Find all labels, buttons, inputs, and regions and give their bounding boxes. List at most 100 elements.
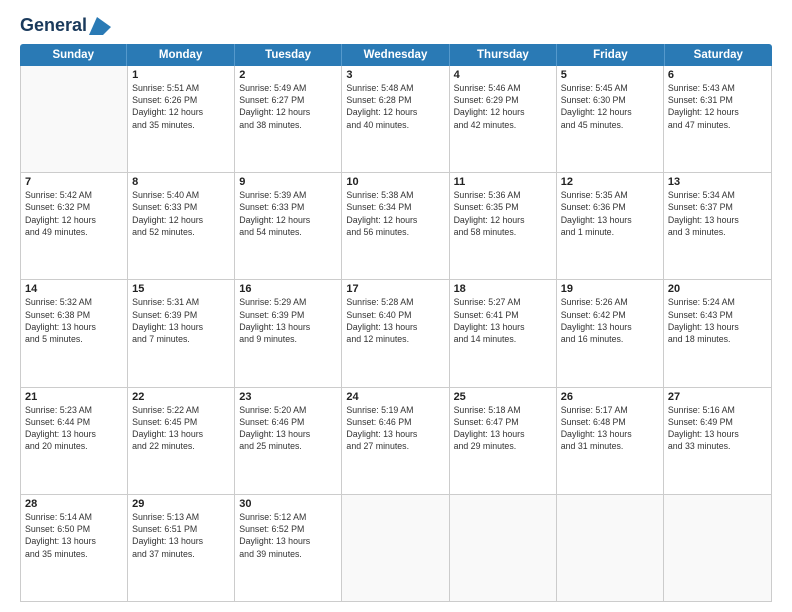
day-info: Sunrise: 5:24 AM Sunset: 6:43 PM Dayligh… [668,296,767,345]
cal-cell: 17Sunrise: 5:28 AM Sunset: 6:40 PM Dayli… [342,280,449,386]
week-row-3: 14Sunrise: 5:32 AM Sunset: 6:38 PM Dayli… [21,280,771,387]
day-info: Sunrise: 5:39 AM Sunset: 6:33 PM Dayligh… [239,189,337,238]
page: General SundayMondayTuesdayWednesdayThur… [0,0,792,612]
day-number: 29 [132,498,230,510]
cal-cell: 6Sunrise: 5:43 AM Sunset: 6:31 PM Daylig… [664,66,771,172]
header-day-tuesday: Tuesday [235,44,342,66]
cal-cell: 5Sunrise: 5:45 AM Sunset: 6:30 PM Daylig… [557,66,664,172]
day-number: 15 [132,283,230,295]
day-number: 3 [346,69,444,81]
day-number: 4 [454,69,552,81]
day-info: Sunrise: 5:27 AM Sunset: 6:41 PM Dayligh… [454,296,552,345]
day-info: Sunrise: 5:46 AM Sunset: 6:29 PM Dayligh… [454,82,552,131]
day-number: 10 [346,176,444,188]
cal-cell: 23Sunrise: 5:20 AM Sunset: 6:46 PM Dayli… [235,388,342,494]
cal-cell: 24Sunrise: 5:19 AM Sunset: 6:46 PM Dayli… [342,388,449,494]
day-number: 13 [668,176,767,188]
day-info: Sunrise: 5:23 AM Sunset: 6:44 PM Dayligh… [25,404,123,453]
header: General [20,16,772,34]
cal-cell: 26Sunrise: 5:17 AM Sunset: 6:48 PM Dayli… [557,388,664,494]
calendar: SundayMondayTuesdayWednesdayThursdayFrid… [20,44,772,602]
day-number: 9 [239,176,337,188]
calendar-header: SundayMondayTuesdayWednesdayThursdayFrid… [20,44,772,66]
day-info: Sunrise: 5:13 AM Sunset: 6:51 PM Dayligh… [132,511,230,560]
cal-cell [342,495,449,601]
day-number: 24 [346,391,444,403]
calendar-body: 1Sunrise: 5:51 AM Sunset: 6:26 PM Daylig… [20,66,772,602]
cal-cell: 15Sunrise: 5:31 AM Sunset: 6:39 PM Dayli… [128,280,235,386]
day-info: Sunrise: 5:28 AM Sunset: 6:40 PM Dayligh… [346,296,444,345]
day-number: 18 [454,283,552,295]
week-row-5: 28Sunrise: 5:14 AM Sunset: 6:50 PM Dayli… [21,495,771,601]
day-number: 8 [132,176,230,188]
day-info: Sunrise: 5:51 AM Sunset: 6:26 PM Dayligh… [132,82,230,131]
week-row-1: 1Sunrise: 5:51 AM Sunset: 6:26 PM Daylig… [21,66,771,173]
cal-cell: 7Sunrise: 5:42 AM Sunset: 6:32 PM Daylig… [21,173,128,279]
day-info: Sunrise: 5:35 AM Sunset: 6:36 PM Dayligh… [561,189,659,238]
day-info: Sunrise: 5:32 AM Sunset: 6:38 PM Dayligh… [25,296,123,345]
cal-cell [21,66,128,172]
day-info: Sunrise: 5:34 AM Sunset: 6:37 PM Dayligh… [668,189,767,238]
logo-icon [89,17,111,35]
day-info: Sunrise: 5:42 AM Sunset: 6:32 PM Dayligh… [25,189,123,238]
day-info: Sunrise: 5:16 AM Sunset: 6:49 PM Dayligh… [668,404,767,453]
cal-cell: 12Sunrise: 5:35 AM Sunset: 6:36 PM Dayli… [557,173,664,279]
header-day-wednesday: Wednesday [342,44,449,66]
week-row-4: 21Sunrise: 5:23 AM Sunset: 6:44 PM Dayli… [21,388,771,495]
day-number: 14 [25,283,123,295]
cal-cell: 20Sunrise: 5:24 AM Sunset: 6:43 PM Dayli… [664,280,771,386]
cal-cell: 25Sunrise: 5:18 AM Sunset: 6:47 PM Dayli… [450,388,557,494]
day-info: Sunrise: 5:36 AM Sunset: 6:35 PM Dayligh… [454,189,552,238]
day-info: Sunrise: 5:22 AM Sunset: 6:45 PM Dayligh… [132,404,230,453]
day-info: Sunrise: 5:29 AM Sunset: 6:39 PM Dayligh… [239,296,337,345]
day-number: 23 [239,391,337,403]
week-row-2: 7Sunrise: 5:42 AM Sunset: 6:32 PM Daylig… [21,173,771,280]
day-info: Sunrise: 5:12 AM Sunset: 6:52 PM Dayligh… [239,511,337,560]
cal-cell: 1Sunrise: 5:51 AM Sunset: 6:26 PM Daylig… [128,66,235,172]
cal-cell: 13Sunrise: 5:34 AM Sunset: 6:37 PM Dayli… [664,173,771,279]
cal-cell: 29Sunrise: 5:13 AM Sunset: 6:51 PM Dayli… [128,495,235,601]
cal-cell [557,495,664,601]
day-number: 19 [561,283,659,295]
header-day-monday: Monday [127,44,234,66]
cal-cell: 9Sunrise: 5:39 AM Sunset: 6:33 PM Daylig… [235,173,342,279]
day-number: 11 [454,176,552,188]
header-day-friday: Friday [557,44,664,66]
day-number: 1 [132,69,230,81]
cal-cell: 10Sunrise: 5:38 AM Sunset: 6:34 PM Dayli… [342,173,449,279]
day-number: 6 [668,69,767,81]
logo: General [20,16,111,34]
cal-cell: 4Sunrise: 5:46 AM Sunset: 6:29 PM Daylig… [450,66,557,172]
day-info: Sunrise: 5:31 AM Sunset: 6:39 PM Dayligh… [132,296,230,345]
day-info: Sunrise: 5:40 AM Sunset: 6:33 PM Dayligh… [132,189,230,238]
day-number: 16 [239,283,337,295]
cal-cell: 28Sunrise: 5:14 AM Sunset: 6:50 PM Dayli… [21,495,128,601]
cal-cell: 14Sunrise: 5:32 AM Sunset: 6:38 PM Dayli… [21,280,128,386]
cal-cell: 22Sunrise: 5:22 AM Sunset: 6:45 PM Dayli… [128,388,235,494]
day-number: 26 [561,391,659,403]
header-day-thursday: Thursday [450,44,557,66]
day-number: 5 [561,69,659,81]
cal-cell: 21Sunrise: 5:23 AM Sunset: 6:44 PM Dayli… [21,388,128,494]
cal-cell: 11Sunrise: 5:36 AM Sunset: 6:35 PM Dayli… [450,173,557,279]
cal-cell: 2Sunrise: 5:49 AM Sunset: 6:27 PM Daylig… [235,66,342,172]
day-number: 17 [346,283,444,295]
cal-cell: 27Sunrise: 5:16 AM Sunset: 6:49 PM Dayli… [664,388,771,494]
day-info: Sunrise: 5:19 AM Sunset: 6:46 PM Dayligh… [346,404,444,453]
day-number: 30 [239,498,337,510]
day-info: Sunrise: 5:17 AM Sunset: 6:48 PM Dayligh… [561,404,659,453]
day-number: 7 [25,176,123,188]
header-day-sunday: Sunday [20,44,127,66]
day-number: 20 [668,283,767,295]
day-info: Sunrise: 5:18 AM Sunset: 6:47 PM Dayligh… [454,404,552,453]
day-number: 27 [668,391,767,403]
day-number: 28 [25,498,123,510]
cal-cell: 30Sunrise: 5:12 AM Sunset: 6:52 PM Dayli… [235,495,342,601]
cal-cell: 3Sunrise: 5:48 AM Sunset: 6:28 PM Daylig… [342,66,449,172]
day-info: Sunrise: 5:48 AM Sunset: 6:28 PM Dayligh… [346,82,444,131]
logo-general: General [20,16,87,36]
cal-cell: 8Sunrise: 5:40 AM Sunset: 6:33 PM Daylig… [128,173,235,279]
day-info: Sunrise: 5:45 AM Sunset: 6:30 PM Dayligh… [561,82,659,131]
day-info: Sunrise: 5:26 AM Sunset: 6:42 PM Dayligh… [561,296,659,345]
cal-cell: 18Sunrise: 5:27 AM Sunset: 6:41 PM Dayli… [450,280,557,386]
